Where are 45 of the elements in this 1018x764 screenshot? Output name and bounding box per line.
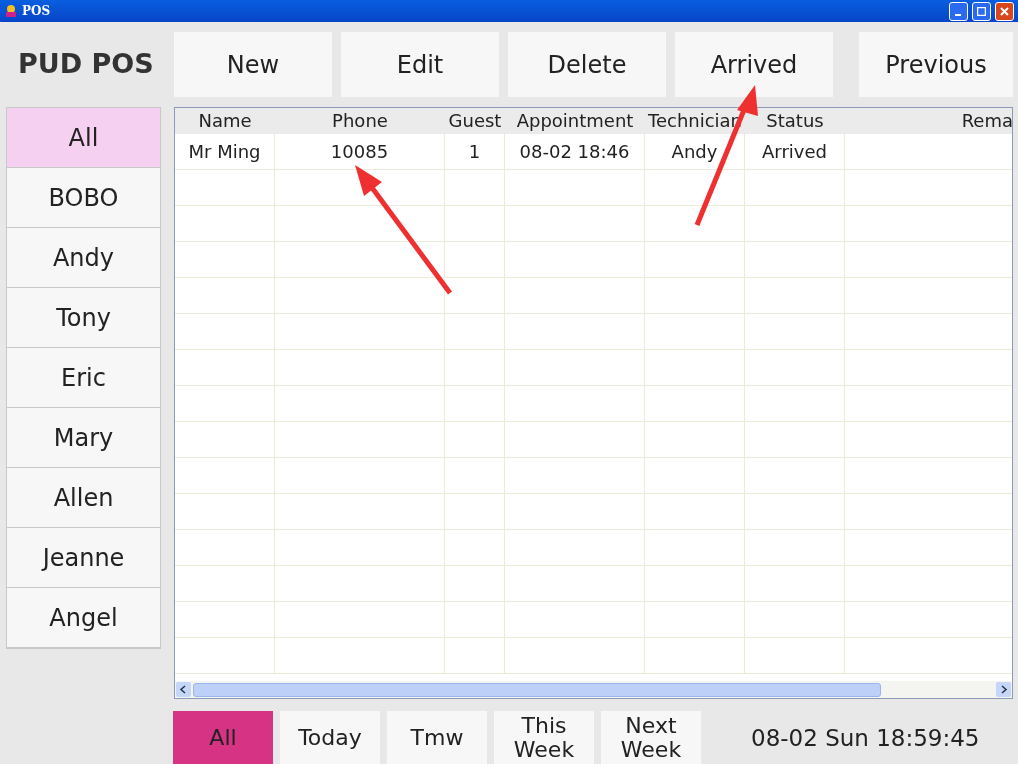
filter-tab[interactable]: All [173, 711, 273, 764]
close-button[interactable] [995, 1, 1014, 21]
toolbar-button[interactable]: Edit [341, 32, 499, 97]
filter-tab[interactable]: Next Week [601, 711, 701, 764]
column-header[interactable]: Phone [275, 108, 445, 134]
sidebar-item[interactable]: Andy [7, 228, 160, 288]
close-icon [1000, 6, 1009, 16]
toolbar-button[interactable]: New [174, 32, 332, 97]
column-header[interactable]: Appointment [505, 108, 645, 134]
horizontal-scrollbar[interactable] [175, 681, 1012, 698]
filter-tab[interactable]: Tmw [387, 711, 487, 764]
table-cell-text: Mr Ming [188, 140, 261, 164]
sidebar-item[interactable]: All [7, 108, 160, 168]
sidebar-item[interactable]: Eric [7, 348, 160, 408]
maximize-icon [977, 6, 986, 16]
filter-tab[interactable]: This Week [494, 711, 594, 764]
clock-text: 08-02 Sun 18:59:45 [751, 723, 980, 753]
sidebar-item[interactable]: Jeanne [7, 528, 160, 588]
table-cell-text: 10085 [330, 140, 389, 164]
column-header[interactable]: Guest [445, 108, 505, 134]
minimize-icon [954, 14, 961, 16]
sidebar-item[interactable]: Tony [7, 288, 160, 348]
column-header[interactable]: Status [745, 108, 845, 134]
sidebar-item[interactable]: Allen [7, 468, 160, 528]
toolbar-button[interactable]: Delete [508, 32, 666, 97]
sidebar-item[interactable]: BOBO [7, 168, 160, 228]
toolbar-button[interactable]: Previous [859, 32, 1013, 97]
filter-tab[interactable]: Today [280, 711, 380, 764]
toolbar-button[interactable]: Arrived [675, 32, 833, 97]
app-logo: PUD POS [17, 47, 155, 82]
sidebar-item[interactable]: Angel [7, 588, 160, 648]
scroll-left-icon[interactable] [176, 682, 191, 697]
table-cell-text: 08-02 18:46 [519, 140, 630, 164]
column-header[interactable]: Rema [845, 108, 1012, 134]
table-cell-text: Arrived [762, 140, 827, 164]
maximize-button[interactable] [972, 1, 991, 21]
sidebar-item[interactable]: Mary [7, 408, 160, 468]
app-icon [4, 4, 18, 18]
minimize-button[interactable] [949, 1, 968, 21]
table-cell-text: 1 [468, 140, 481, 164]
scrollbar-thumb[interactable] [193, 682, 881, 697]
table-cell-text: Andy [671, 140, 718, 164]
column-header[interactable]: Name [175, 108, 275, 134]
window-title: POS [22, 3, 52, 20]
scroll-right-icon[interactable] [996, 682, 1011, 697]
